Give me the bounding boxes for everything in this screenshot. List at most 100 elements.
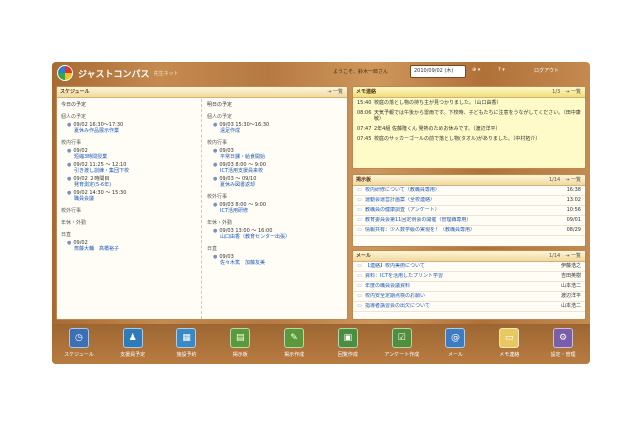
mail-title[interactable]: 資料：ICTを活用したプリント学習 — [365, 273, 553, 280]
notice-meta: 08/29 — [566, 227, 581, 233]
memo-text: 校庭の落とし物の持ち主が見つかりました。（山口由香） — [374, 100, 502, 106]
notice-title[interactable]: 教育委員会第11回定例会の開催（管理職専用） — [365, 217, 553, 224]
mail-title[interactable]: 校内安全定期点検のお願い — [365, 293, 553, 300]
dock-item-survey[interactable]: ☑ アンケート作成 — [380, 328, 424, 358]
mail-row[interactable]: ▭ 校内安全定期点検のお願い 渡辺洋平 — [353, 292, 585, 302]
schedule-category: 個人の予定 — [207, 114, 233, 120]
schedule-event[interactable]: 09/03 15:30～16:30遠足作成 — [213, 122, 344, 134]
event-subject[interactable]: 平常日課・給食開始 — [213, 154, 344, 160]
schedule-category: 日直 — [61, 232, 72, 238]
logout-link[interactable]: ログアウト — [534, 67, 559, 74]
dock-item-mail[interactable]: @ メール — [433, 328, 477, 358]
zoom-control[interactable]: ⊕ ▾ — [472, 67, 480, 73]
date-select[interactable]: 2010/09/02 (木) — [410, 65, 466, 78]
schedule-header: スケジュール ⇥ 一覧 — [57, 87, 347, 98]
notice-row[interactable]: ▭ 校内研修について（教職員専用） 16:38 — [353, 186, 585, 196]
schedule-event[interactable]: 09/03 8:00 ～ 9:00ICT活用研修 — [213, 202, 344, 214]
memo-item[interactable]: 07:47 2年4組 佐藤隆くん 発熱のためお休みです。（渡辺洋平） — [353, 124, 585, 134]
dock-item-clock[interactable]: ◷ スケジュール — [57, 328, 101, 358]
event-subject[interactable]: 職員会議 — [67, 196, 197, 202]
schedule-event[interactable]: 09/03 13:00 ～ 16:00山口由香（教育センター出張） — [213, 228, 344, 240]
mail-meta: 吉田英樹 — [560, 273, 581, 279]
dock-item-memo[interactable]: ▭ メモ連絡 — [487, 328, 531, 358]
memo-list-link[interactable]: ⇥ 一覧 — [565, 89, 581, 95]
schedule-category: 日直 — [207, 246, 218, 252]
dock-item-circular[interactable]: ▣ 回覧作成 — [326, 328, 370, 358]
schedule-event[interactable]: 09/03平常日課・給食開始 — [213, 148, 344, 160]
mail-list-link[interactable]: ⇥ 一覧 — [565, 253, 581, 259]
event-subject[interactable]: ICT活用研修 — [213, 208, 344, 214]
mail-title[interactable]: 年度の職員会議資料 — [365, 283, 553, 290]
notice-list-link[interactable]: ⇥ 一覧 — [565, 177, 581, 183]
schedule-event[interactable]: 09/02 ２時間目発育測定(5-6年) — [67, 176, 197, 188]
event-subject[interactable]: 斎藤大輔 高橋裕子 — [67, 246, 197, 252]
help-menu[interactable]: ? ▾ — [498, 67, 505, 73]
mail-panel: メール 1/14 ⇥ 一覧 ▭ 【連絡】校内美術について 伊藤浩之 ▭ 資料：ICTを活… — [352, 250, 586, 320]
schedule-event[interactable]: 09/02 16:30～17:30夏休み作品展示作業 — [67, 122, 197, 134]
tomorrow-label: 明日の予定 — [207, 102, 233, 108]
event-subject[interactable]: 発育測定(5-6年) — [67, 182, 197, 188]
mail-icon: @ — [445, 328, 466, 348]
survey-icon: ☑ — [391, 328, 412, 348]
mail-row[interactable]: ▭ 指導者講習会の出欠について 山本浩二 — [353, 302, 585, 312]
dock-item-board[interactable]: ▤ 掲示板 — [218, 328, 262, 358]
mail-title[interactable]: 【連絡】校内美術について — [365, 263, 553, 270]
dock-label: メモ連絡 — [499, 352, 520, 358]
schedule-category: 校外行事 — [207, 194, 228, 200]
notice-title[interactable]: 校内研修について（教職員専用） — [365, 187, 553, 194]
dock-item-settings[interactable]: ⚙ 設定・管理 — [541, 328, 585, 358]
document-icon: ▭ — [357, 217, 362, 223]
notice-title[interactable]: 運動会運営計画案（全校連絡） — [365, 197, 553, 204]
schedule-event[interactable]: 09/03 8:00 ～ 9:00ICT活用支援員来校 — [213, 162, 344, 174]
notice-pager[interactable]: 1/14 — [549, 177, 560, 183]
memo-text: 2年4組 佐藤隆くん 発熱のためお休みです。（渡辺洋平） — [374, 126, 501, 132]
memo-item[interactable]: 07:45 校庭のサッカーゴールの前で落とし物(タオル)がありました。（中村拓介） — [353, 134, 585, 144]
schedule-event[interactable]: 09/02斎藤大輔 高橋裕子 — [67, 240, 197, 252]
envelope-icon: ▭ — [357, 263, 362, 269]
notice-row[interactable]: ▭ 教職員の健康調査（アンケート） 10:56 — [353, 206, 585, 216]
event-subject[interactable]: 遠足作成 — [213, 128, 344, 134]
schedule-event[interactable]: 09/03 ～ 09/10夏休み図書返却 — [213, 176, 344, 188]
mail-meta: 渡辺洋平 — [560, 293, 581, 299]
event-subject[interactable]: 山口由香（教育センター出張） — [213, 234, 344, 240]
today-label: 今日の予定 — [61, 102, 87, 108]
notice-title[interactable]: 情報共有：少人数学級の実現を！（教職員専用） — [365, 227, 553, 234]
memo-item[interactable]: 15:40 校庭の落とし物の持ち主が見つかりました。（山口由香） — [353, 98, 585, 108]
notice-meta: 16:38 — [566, 187, 581, 193]
schedule-event[interactable]: 09/03佐々木篤 加藤友美 — [213, 254, 344, 266]
dock-label: 支援員予定 — [120, 352, 146, 358]
schedule-event[interactable]: 09/02短縮3時間授業 — [67, 148, 197, 160]
memo-item[interactable]: 08:06 天気予報では午後から雷雨です。下校時、子どもたちに注意をうながしてくだ… — [353, 108, 585, 124]
memo-time: 15:40 — [357, 100, 372, 106]
mail-title[interactable]: 指導者講習会の出欠について — [365, 303, 553, 310]
memo-header: メモ連絡 1/3 ⇥ 一覧 — [353, 87, 585, 98]
notice-meta: 09/01 — [566, 217, 581, 223]
notice-title[interactable]: 教職員の健康調査（アンケート） — [365, 207, 553, 214]
schedule-category: 校内行事 — [207, 140, 228, 146]
mail-meta: 伊藤浩之 — [560, 263, 581, 269]
dock-item-board-edit[interactable]: ✎ 掲示作成 — [272, 328, 316, 358]
event-subject[interactable]: 夏休み図書返却 — [213, 182, 344, 188]
mail-row[interactable]: ▭ 年度の職員会議資料 山本浩二 — [353, 282, 585, 292]
memo-pager[interactable]: 1/3 — [552, 89, 560, 95]
schedule-event[interactable]: 09/02 11:25 ～ 12:10引き渡し訓練・集団下校 — [67, 162, 197, 174]
schedule-category: 校外行事 — [61, 208, 82, 214]
schedule-list-link[interactable]: ⇥ 一覧 — [327, 87, 343, 98]
event-subject[interactable]: 夏休み作品展示作業 — [67, 128, 197, 134]
notice-row[interactable]: ▭ 情報共有：少人数学級の実現を！（教職員専用） 08/29 — [353, 226, 585, 236]
dock-item-building[interactable]: ▦ 施設予約 — [164, 328, 208, 358]
event-subject[interactable]: ICT活用支援員来校 — [213, 168, 344, 174]
event-subject[interactable]: 引き渡し訓練・集団下校 — [67, 168, 197, 174]
notice-row[interactable]: ▭ 教育委員会第11回定例会の開催（管理職専用） 09/01 — [353, 216, 585, 226]
event-subject[interactable]: 短縮3時間授業 — [67, 154, 197, 160]
schedule-category: 個人の予定 — [61, 114, 87, 120]
schedule-event[interactable]: 09/02 14:30 ～ 15:30職員会議 — [67, 190, 197, 202]
notice-row[interactable]: ▭ 運動会運営計画案（全校連絡） 13:02 — [353, 196, 585, 206]
app-dock: ◷ スケジュール ♟ 支援員予定 ▦ 施設予約 ▤ 掲示板 ✎ 掲示作成 ▣ 回覧作成 ☑ アンケート作成… — [52, 324, 590, 364]
app-window: ジャストコンパス 先生ネット ようこそ、鈴木一郎さん 2010/09/02 (木… — [52, 62, 590, 364]
mail-row[interactable]: ▭ 資料：ICTを活用したプリント学習 吉田英樹 — [353, 272, 585, 282]
mail-pager[interactable]: 1/14 — [549, 253, 560, 259]
mail-row[interactable]: ▭ 【連絡】校内美術について 伊藤浩之 — [353, 262, 585, 272]
dock-item-people[interactable]: ♟ 支援員予定 — [111, 328, 155, 358]
event-subject[interactable]: 佐々木篤 加藤友美 — [213, 260, 344, 266]
